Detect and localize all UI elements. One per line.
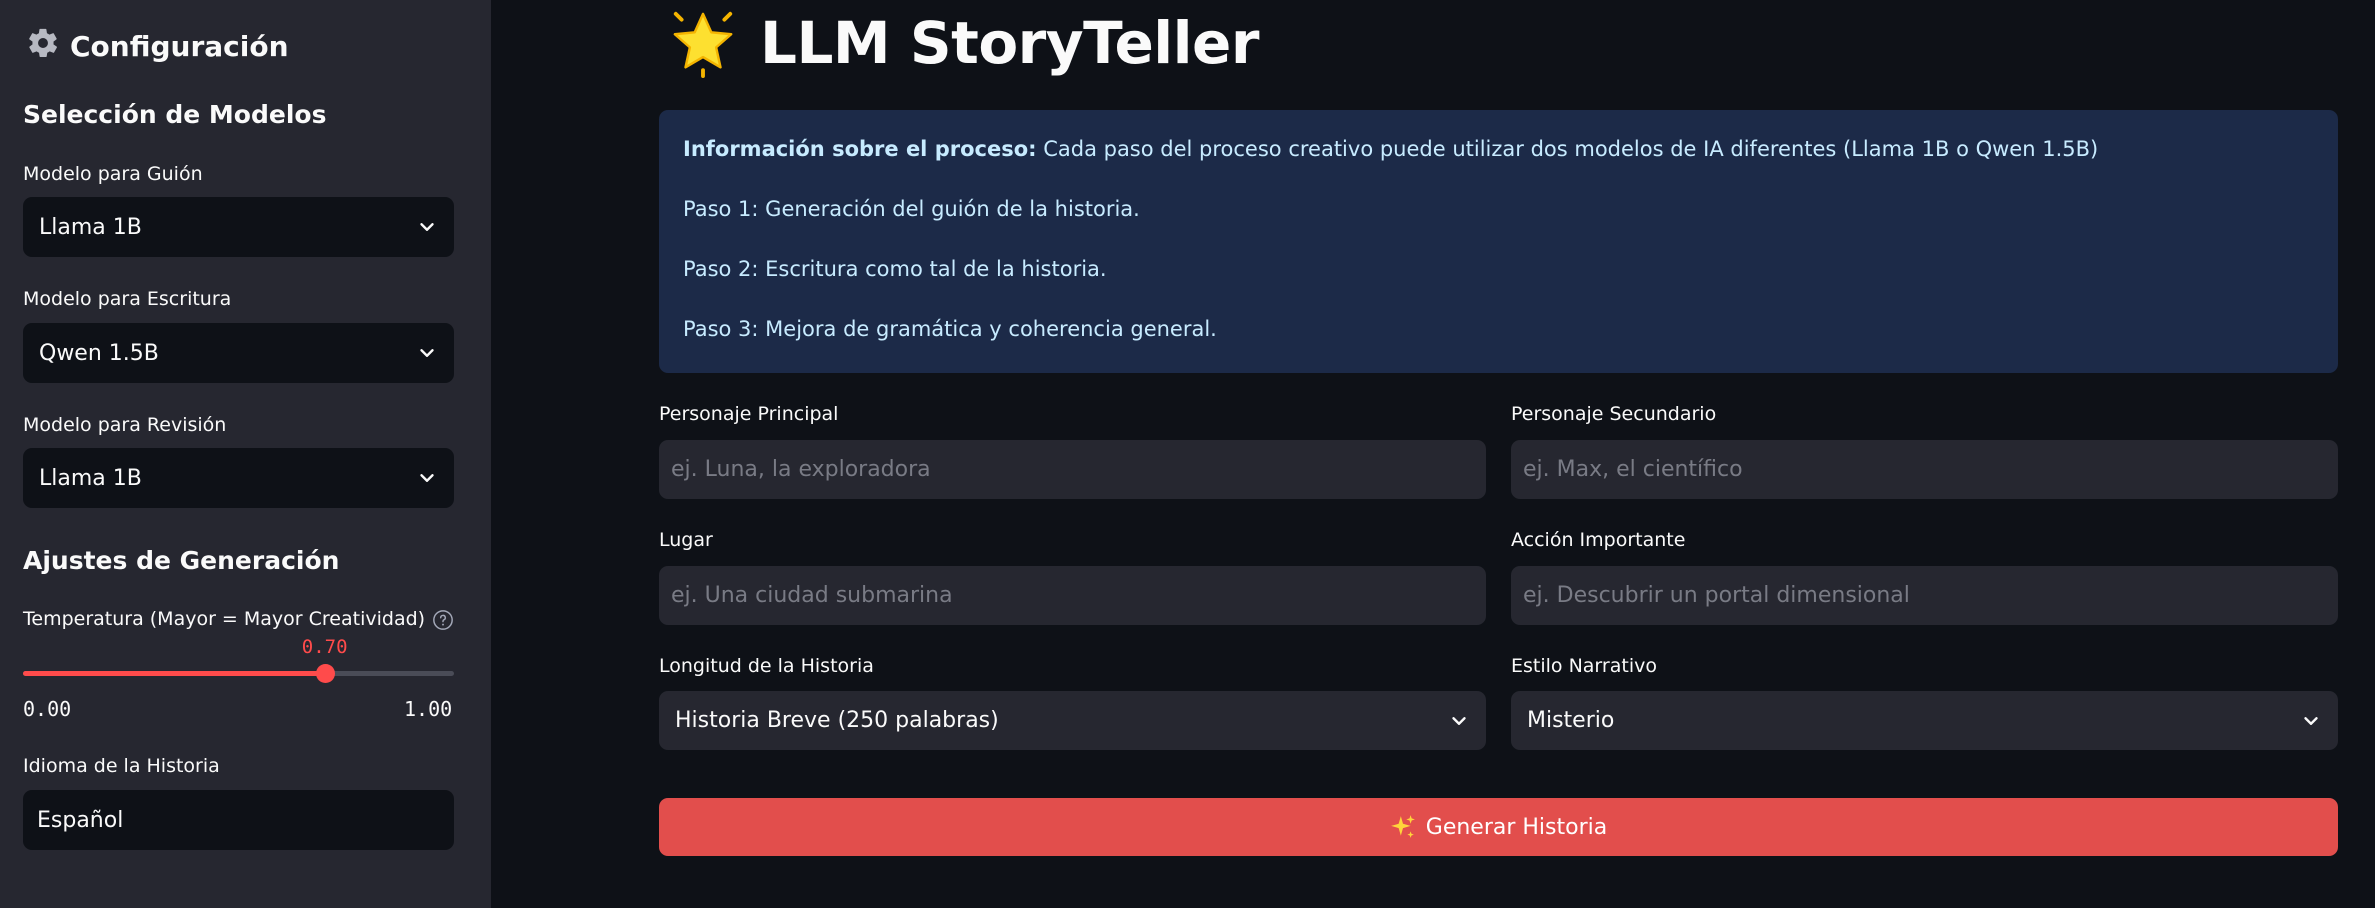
sparkles-icon bbox=[1390, 815, 1415, 838]
main-character-input[interactable]: ej. Luna, la exploradora bbox=[659, 440, 1486, 499]
writing-model-value: Qwen 1.5B bbox=[39, 340, 159, 366]
generate-story-label: Generar Historia bbox=[1425, 814, 1608, 840]
secondary-character-input[interactable]: ej. Max, el científico bbox=[1511, 440, 2338, 499]
temperature-slider[interactable] bbox=[23, 664, 454, 683]
generate-story-button[interactable]: Generar Historia bbox=[659, 798, 2338, 856]
page-title-text: LLM StoryTeller bbox=[760, 9, 1259, 77]
language-label: Idioma de la Historia bbox=[23, 755, 220, 777]
place-label: Lugar bbox=[659, 529, 713, 551]
place-input[interactable]: ej. Una ciudad submarina bbox=[659, 566, 1486, 625]
chevron-down-icon bbox=[420, 349, 434, 357]
temperature-slider-handle[interactable] bbox=[315, 664, 335, 683]
page-title: LLM StoryTeller bbox=[668, 8, 1259, 78]
style-label: Estilo Narrativo bbox=[1511, 655, 1657, 677]
temperature-min: 0.00 bbox=[23, 697, 72, 721]
action-input[interactable]: ej. Descubrir un portal dimensional bbox=[1511, 566, 2338, 625]
language-input[interactable]: Español bbox=[23, 790, 454, 850]
style-select[interactable]: Misterio bbox=[1511, 691, 2338, 750]
chevron-down-icon bbox=[1452, 716, 1466, 725]
sidebar-title: Configuración bbox=[70, 30, 289, 63]
main-character-placeholder: ej. Luna, la exploradora bbox=[671, 457, 931, 482]
place-placeholder: ej. Una ciudad submarina bbox=[671, 583, 953, 608]
sidebar: Configuración Selección de Modelos Model… bbox=[0, 0, 491, 908]
secondary-character-placeholder: ej. Max, el científico bbox=[1523, 457, 1743, 482]
main-character-label: Personaje Principal bbox=[659, 403, 839, 425]
script-model-select[interactable]: Llama 1B bbox=[23, 197, 454, 257]
length-label: Longitud de la Historia bbox=[659, 655, 874, 677]
script-model-label: Modelo para Guión bbox=[23, 163, 203, 185]
length-value: Historia Breve (250 palabras) bbox=[675, 708, 999, 733]
info-step-1: Paso 1: Generación del guión de la histo… bbox=[683, 197, 1140, 221]
action-placeholder: ej. Descubrir un portal dimensional bbox=[1523, 583, 1910, 608]
review-model-select[interactable]: Llama 1B bbox=[23, 448, 454, 508]
help-circle-icon[interactable] bbox=[432, 609, 454, 631]
temperature-slider-fill bbox=[23, 671, 325, 676]
language-value: Español bbox=[37, 807, 124, 833]
info-box: Información sobre el proceso: Cada paso … bbox=[659, 110, 2338, 373]
temperature-max: 1.00 bbox=[404, 697, 453, 721]
chevron-down-icon bbox=[420, 474, 434, 482]
info-intro: Información sobre el proceso: Cada paso … bbox=[683, 137, 2098, 161]
chevron-down-icon bbox=[420, 223, 434, 231]
script-model-value: Llama 1B bbox=[39, 214, 142, 240]
writing-model-select[interactable]: Qwen 1.5B bbox=[23, 323, 454, 383]
gear-icon bbox=[26, 26, 60, 67]
info-intro-bold: Información sobre el proceso: bbox=[683, 137, 1037, 161]
generation-heading: Ajustes de Generación bbox=[23, 546, 340, 575]
secondary-character-label: Personaje Secundario bbox=[1511, 403, 1717, 425]
writing-model-label: Modelo para Escritura bbox=[23, 288, 232, 310]
length-select[interactable]: Historia Breve (250 palabras) bbox=[659, 691, 1486, 750]
review-model-label: Modelo para Revisión bbox=[23, 414, 227, 436]
temperature-value: 0.70 bbox=[301, 636, 348, 658]
info-step-2: Paso 2: Escritura como tal de la histori… bbox=[683, 257, 1107, 281]
style-value: Misterio bbox=[1527, 708, 1615, 733]
sidebar-header: Configuración bbox=[26, 26, 289, 67]
chevron-down-icon bbox=[2304, 716, 2318, 725]
models-heading: Selección de Modelos bbox=[23, 100, 327, 129]
info-step-3: Paso 3: Mejora de gramática y coherencia… bbox=[683, 317, 1217, 341]
app: Configuración Selección de Modelos Model… bbox=[0, 0, 2375, 908]
info-intro-text: Cada paso del proceso creativo puede uti… bbox=[1036, 137, 2099, 161]
temperature-label: Temperatura (Mayor = Mayor Creatividad) bbox=[23, 608, 426, 630]
action-label: Acción Importante bbox=[1511, 529, 1686, 551]
star-icon bbox=[673, 11, 733, 78]
review-model-value: Llama 1B bbox=[39, 465, 142, 491]
